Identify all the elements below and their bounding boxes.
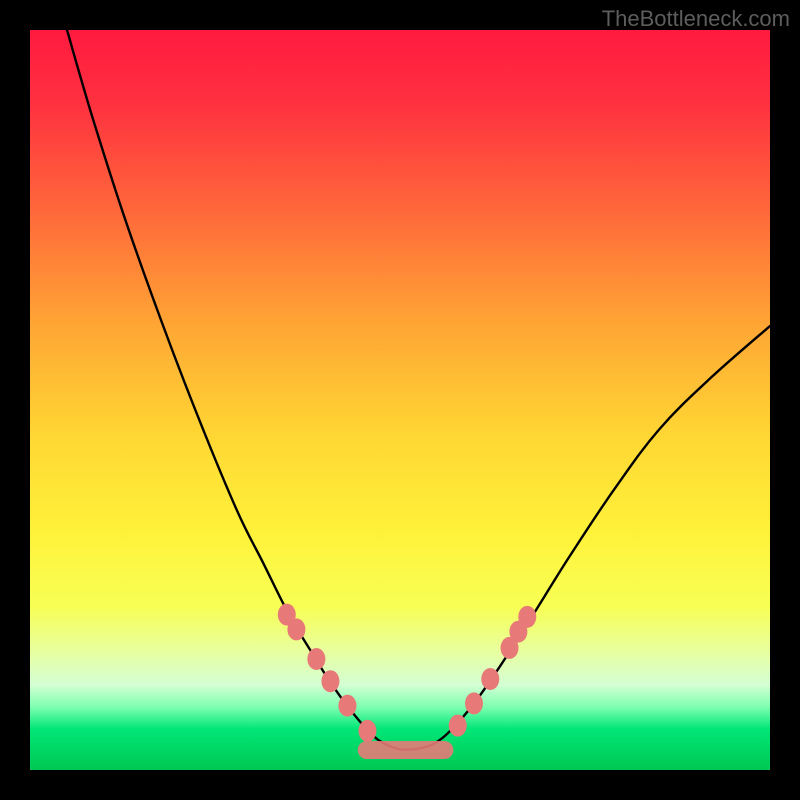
outer-frame: TheBottleneck.com <box>0 0 800 800</box>
marker-right-1 <box>465 692 483 714</box>
marker-left-4 <box>338 695 356 717</box>
marker-right-5 <box>518 606 536 628</box>
marker-left-2 <box>307 648 325 670</box>
min-band <box>358 741 454 759</box>
marker-right-2 <box>481 668 499 690</box>
marker-left-3 <box>321 670 339 692</box>
marker-left-1 <box>287 618 305 640</box>
marker-left-5 <box>358 720 376 742</box>
watermark-text: TheBottleneck.com <box>602 6 790 32</box>
bottleneck-chart <box>30 30 770 770</box>
marker-right-0 <box>449 715 467 737</box>
plot-area <box>30 30 770 770</box>
gradient-background <box>30 30 770 770</box>
flat-minimum-band <box>358 741 454 759</box>
